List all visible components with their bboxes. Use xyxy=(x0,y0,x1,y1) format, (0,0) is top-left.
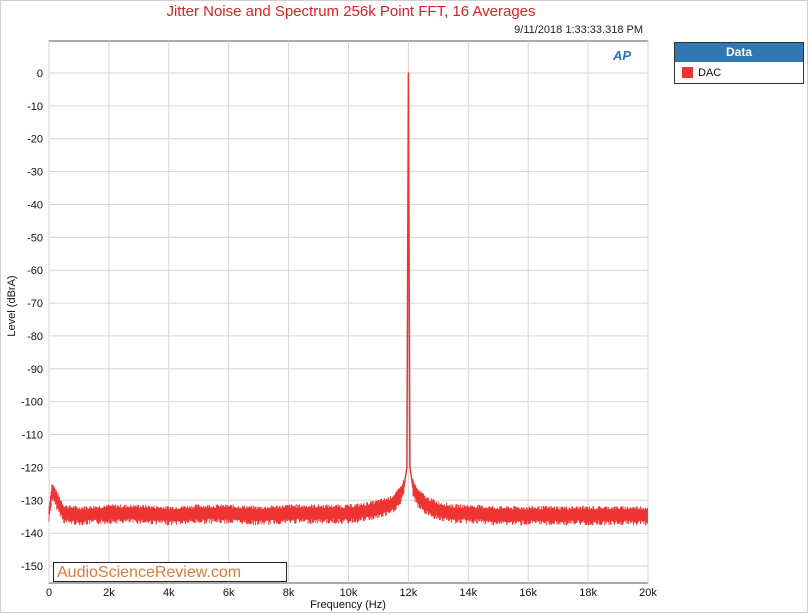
x-tick-label: 10k xyxy=(340,587,358,599)
x-tick-label: 16k xyxy=(519,587,537,599)
y-tick-label: -150 xyxy=(21,561,43,573)
x-tick-label: 8k xyxy=(283,587,295,599)
ap-logo: AP xyxy=(613,48,632,63)
y-tick-label: -80 xyxy=(27,331,43,343)
y-tick-label: -20 xyxy=(27,134,43,146)
y-tick-label: -10 xyxy=(27,101,43,113)
y-tick-label: -30 xyxy=(27,167,43,179)
y-tick-label: -70 xyxy=(27,298,43,310)
y-tick-label: -50 xyxy=(27,232,43,244)
x-tick-label: 2k xyxy=(103,587,115,599)
y-tick-label: -40 xyxy=(27,199,43,211)
y-tick-label: -100 xyxy=(21,397,43,409)
legend-entry-dac[interactable]: DAC xyxy=(675,62,803,83)
y-tick-label: -90 xyxy=(27,364,43,376)
legend-label: DAC xyxy=(698,66,722,79)
x-tick-label: 6k xyxy=(223,587,235,599)
y-tick-label: 0 xyxy=(37,68,43,80)
legend: Data DAC xyxy=(674,42,804,84)
x-tick-label: 12k xyxy=(400,587,418,599)
legend-header: Data xyxy=(675,43,803,62)
y-tick-label: -120 xyxy=(21,462,43,474)
y-tick-label: -130 xyxy=(21,495,43,507)
legend-swatch xyxy=(682,67,693,78)
y-tick-label: -110 xyxy=(22,430,43,442)
x-tick-label: 0 xyxy=(46,587,52,599)
watermark: AudioScienceReview.com xyxy=(53,562,287,582)
x-tick-label: 4k xyxy=(163,587,175,599)
x-tick-label: 14k xyxy=(459,587,477,599)
x-tick-label: 18k xyxy=(579,587,597,599)
x-axis-label: Frequency (Hz) xyxy=(310,599,386,611)
chart-plot: 0 2k 4k 6k 8k 10k 12k 14k 16k 18k 20k 0 -10 -20 -30 -40… xyxy=(6,40,657,611)
x-tick-label: 20k xyxy=(639,587,657,599)
y-axis-label: Level (dBrA) xyxy=(6,275,18,336)
y-tick-label: -60 xyxy=(27,265,43,277)
y-tick-label: -140 xyxy=(21,528,43,540)
